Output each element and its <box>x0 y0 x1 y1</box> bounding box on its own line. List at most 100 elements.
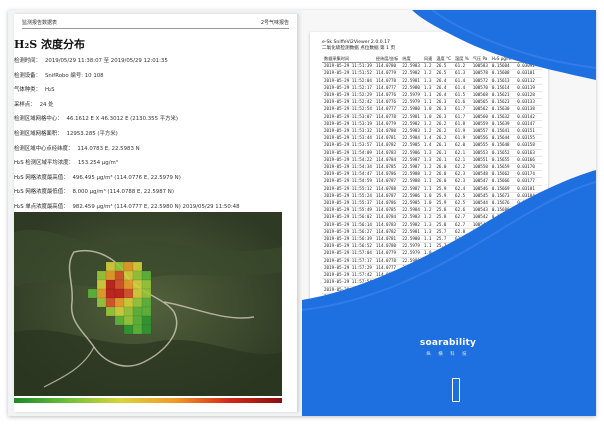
info-label: 检测区域中心点经纬度： <box>14 145 74 152</box>
heatmap-cell <box>114 297 125 308</box>
table-header-row: 数据采集时间 经纬度/坐标 纬度 风速 温度 °C 湿度 % 气压 Pa H₂S μg/m³ S… <box>322 56 543 64</box>
table-cell: 0.03142 <box>515 113 543 121</box>
table-cell: 22.5986 <box>400 149 422 157</box>
table-cell: 22.5980 <box>400 84 422 93</box>
table-cell: 0.15683 <box>489 213 516 222</box>
table-cell: 61.5 <box>453 91 471 100</box>
info-value: 46.1612 E X 46.3012 E (2130.355 平方米) <box>66 116 179 123</box>
heatmap-cell <box>132 270 143 281</box>
table-row: 2019-05-29 11:55:49 114.0785 22.5984 1.2 25.… <box>322 206 543 215</box>
table-cell: 25.8 <box>434 206 454 215</box>
info-label: 采样点： <box>14 101 36 108</box>
table-cell: 0.03119 <box>515 84 543 93</box>
table-cell: 100555 <box>470 141 490 150</box>
table-cell: 114.0779 <box>373 69 401 78</box>
table-cell: 0.03138 <box>515 105 543 114</box>
heatmap-cell <box>123 297 134 308</box>
table-cell: 2019-05-29 11:55:12 <box>322 185 374 193</box>
table-cell: 0.03237 <box>515 300 543 309</box>
table-cell: 1.2 <box>421 213 435 222</box>
table-cell: 100548 <box>470 170 490 179</box>
table-cell: 0.03251 <box>515 329 543 332</box>
table-cell: 114.0787 <box>373 177 401 186</box>
table-cell: 114.0784 <box>373 156 401 165</box>
table-cell: 25.6 <box>434 264 454 273</box>
table-cell: 25.4 <box>434 293 454 301</box>
table-cell: 114.0782 <box>373 228 401 237</box>
table-cell: 1.1 <box>421 185 435 193</box>
table-cell: 25.5 <box>434 271 454 280</box>
heatmap-cell <box>123 270 134 281</box>
table-cell: 1.2 <box>421 314 435 323</box>
table-cell: 114.0779 <box>373 120 401 129</box>
table-cell: 0.15680 <box>489 206 516 215</box>
table-cell: 0.15701 <box>489 249 516 258</box>
table-cell: 26.5 <box>434 69 454 78</box>
table-cell: 100535 <box>470 264 490 273</box>
heatmap-cell <box>114 279 125 290</box>
table-cell: 1.3 <box>421 300 435 309</box>
table-row: 2019-05-29 11:54:59 114.0787 22.5988 1.1 26.… <box>322 177 543 186</box>
table-cell: 22.5987 <box>400 156 422 165</box>
heatmap-cell <box>114 261 125 272</box>
info-label: H₂S 检测区域平均浓度： <box>14 160 74 167</box>
table-cell: 2019-05-29 11:59:09 <box>322 322 374 330</box>
table-cell: 114.0778 <box>373 77 401 85</box>
info-row: 检测设备： SnifRobo 编号: 10 108 <box>14 71 276 86</box>
table-cell: 2019-05-29 11:58:44 <box>322 307 374 316</box>
table-cell: 0.15736 <box>489 322 516 330</box>
table-cell: 61.3 <box>453 69 471 78</box>
table-cell: 100526 <box>470 329 490 332</box>
table-cell: 114.0783 <box>373 322 401 330</box>
table-cell: 25.8 <box>434 213 454 222</box>
table-cell: 0.03247 <box>515 322 543 330</box>
table-row: 2019-05-29 11:56:52 114.0780 22.5979 1.1 25.… <box>322 242 543 251</box>
table-cell: 2019-05-29 11:56:52 <box>322 242 374 251</box>
table-cell: 100539 <box>470 235 490 244</box>
table-cell: 22.5979 <box>400 91 422 100</box>
table-cell: 61.4 <box>453 77 471 85</box>
heatmap-cell <box>141 297 152 308</box>
table-cell: 100546 <box>470 185 490 193</box>
table-row: 2019-05-29 11:54:22 114.0784 22.5987 1.3 26.… <box>322 156 543 165</box>
table-row: 2019-05-29 11:54:47 114.0786 22.5988 1.2 26.… <box>322 170 543 179</box>
info-label: H₂S 网格浓度最高值： <box>14 174 69 181</box>
table-cell: 100544 <box>470 199 490 208</box>
table-cell: 0.15614 <box>489 84 516 93</box>
table-cell: 0.03184 <box>515 192 543 201</box>
table-cell: 100542 <box>470 213 490 222</box>
table-cell: 26.1 <box>434 149 454 157</box>
table-row: 2019-05-29 11:51:39 114.0780 22.5983 1.2 26.… <box>322 62 543 71</box>
table-cell: 0.15711 <box>489 271 516 280</box>
data-table-page: e-Sk SniffeVi2Viewer 2.0.0.17 二氧化硫检测数据 点… <box>310 32 548 332</box>
table-cell: 22.5987 <box>400 314 422 323</box>
heatmap-cell <box>132 315 143 326</box>
table-cell: 22.5981 <box>400 113 422 121</box>
table-cell: 26.4 <box>434 91 454 100</box>
table-cell: 100557 <box>470 127 490 136</box>
table-cell: 114.0783 <box>373 221 401 229</box>
table-cell: 25.4 <box>434 300 454 309</box>
heatmap-cell <box>105 270 116 281</box>
table-cell: 0.03230 <box>515 286 543 294</box>
table-cell: 2019-05-29 11:57:54 <box>322 278 374 287</box>
table-cell: 62.2 <box>453 163 471 172</box>
table-cell: 22.5979 <box>400 249 422 258</box>
table-cell: 63.6 <box>453 314 471 323</box>
info-row: H₂S 检测区域平均浓度： 153.254 μg/m³ <box>14 158 276 173</box>
table-cell: 100531 <box>470 293 490 301</box>
table-cell: 2019-05-29 11:56:02 <box>322 213 374 222</box>
column-header: 湿度 % <box>453 56 471 64</box>
info-label: 检测时间： <box>14 58 41 64</box>
table-cell: 25.9 <box>434 192 454 201</box>
heatmap-cell <box>141 270 152 281</box>
table-cell: 114.0781 <box>373 134 401 143</box>
table-cell: 114.0783 <box>373 149 401 157</box>
table-cell: 25.7 <box>434 242 454 251</box>
table-cell: 0.03092 <box>515 62 543 71</box>
table-cell: 0.15669 <box>489 185 516 193</box>
table-cell: 62.9 <box>453 242 471 251</box>
table-cell: 26.3 <box>434 98 454 107</box>
table-cell: 2019-05-29 11:52:04 <box>322 77 374 85</box>
table-cell: 1.0 <box>421 249 435 258</box>
